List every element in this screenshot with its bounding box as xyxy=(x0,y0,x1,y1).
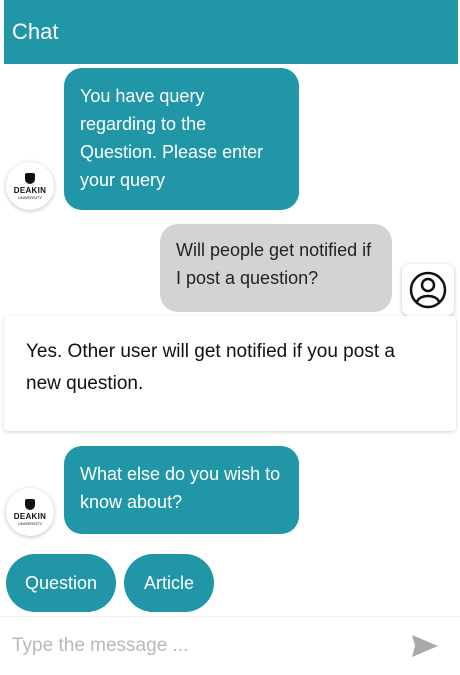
crest-icon xyxy=(25,498,35,510)
deakin-logo: DEAKIN UNIVERSITY xyxy=(14,498,46,526)
message-input[interactable] xyxy=(10,627,394,665)
bot-message: You have query regarding to the Question… xyxy=(64,68,299,210)
user-avatar xyxy=(402,264,454,316)
deakin-logo: DEAKIN UNIVERSITY xyxy=(14,172,46,200)
user-icon xyxy=(409,271,447,309)
send-button[interactable] xyxy=(410,633,442,659)
bot-plain-message: Yes. Other user will get notified if you… xyxy=(4,316,456,431)
crest-icon xyxy=(25,172,35,184)
header-title: Chat xyxy=(12,19,59,44)
quick-replies: Question Article xyxy=(6,554,214,612)
bot-message: What else do you wish to know about? xyxy=(64,446,299,534)
bot-avatar: DEAKIN UNIVERSITY xyxy=(6,162,54,210)
quick-reply-article[interactable]: Article xyxy=(124,554,214,612)
chat-header: Chat xyxy=(4,0,458,64)
send-icon xyxy=(412,635,438,657)
message-composer xyxy=(0,616,460,675)
quick-reply-question[interactable]: Question xyxy=(6,554,116,612)
user-message: Will people get notified if I post a que… xyxy=(160,224,392,312)
bot-avatar: DEAKIN UNIVERSITY xyxy=(6,488,54,536)
chat-thread: DEAKIN UNIVERSITY You have query regardi… xyxy=(0,64,460,614)
